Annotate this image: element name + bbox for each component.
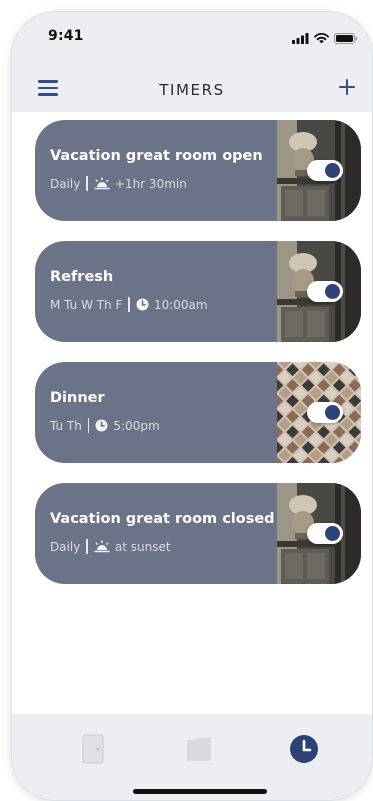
timer-schedule: Tu Th 5:00pm xyxy=(50,418,160,433)
header: 9:41 TIMERS xyxy=(12,12,372,112)
timer-toggle[interactable] xyxy=(307,402,343,423)
timer-toggle[interactable] xyxy=(307,523,343,544)
toggle-knob xyxy=(325,405,340,420)
timer-schedule: Daily at sunset xyxy=(50,539,171,554)
timer-time: at sunset xyxy=(114,539,171,554)
timer-time: +1hr 30min xyxy=(114,176,187,191)
timer-card[interactable]: Vacation great room open Daily +1hr 30mi… xyxy=(35,120,361,221)
separator xyxy=(87,418,90,433)
timer-schedule: Daily +1hr 30min xyxy=(50,176,187,191)
toggle-knob xyxy=(325,284,340,299)
home-indicator[interactable] xyxy=(133,789,267,794)
timer-days: Daily xyxy=(50,176,81,191)
tab-doors[interactable] xyxy=(78,734,108,764)
toggle-knob xyxy=(325,163,340,178)
status-icons xyxy=(292,29,358,48)
status-time: 9:41 xyxy=(48,28,84,44)
sunset-icon xyxy=(94,540,110,553)
clock-icon xyxy=(136,298,149,311)
timer-title: Dinner xyxy=(50,390,105,406)
door-icon xyxy=(82,734,104,764)
timer-title: Vacation great room closed xyxy=(50,511,275,527)
timer-toggle[interactable] xyxy=(307,281,343,302)
shade-icon xyxy=(187,737,211,761)
clock-icon xyxy=(95,419,108,432)
timer-card[interactable]: Refresh M Tu W Th F 10:00am xyxy=(35,241,361,342)
timer-days: Daily xyxy=(50,539,81,554)
timer-time: 5:00pm xyxy=(113,418,160,433)
timer-title: Refresh xyxy=(50,269,114,285)
timer-schedule: M Tu W Th F 10:00am xyxy=(50,297,208,312)
status-bar: 9:41 xyxy=(12,12,372,60)
wifi-icon xyxy=(314,29,329,48)
signal-icon xyxy=(292,29,309,48)
timer-card[interactable]: Dinner Tu Th 5:00pm xyxy=(35,362,361,463)
page-title: TIMERS xyxy=(159,81,225,99)
separator xyxy=(128,297,130,312)
add-timer-button[interactable] xyxy=(336,76,358,98)
phone-screen: 9:41 TIMERS Vacation great room open Dai… xyxy=(12,12,372,800)
tab-timers[interactable] xyxy=(289,734,319,764)
sunrise-icon xyxy=(94,177,110,190)
plus-icon xyxy=(339,79,355,95)
timer-card[interactable]: Vacation great room closed Daily at suns… xyxy=(35,483,361,584)
timer-title: Vacation great room open xyxy=(50,148,263,164)
toggle-knob xyxy=(325,526,340,541)
timer-days: M Tu W Th F xyxy=(50,297,123,312)
timer-toggle[interactable] xyxy=(307,160,343,181)
nav-bar: TIMERS xyxy=(12,64,372,104)
timer-days: Tu Th xyxy=(50,418,82,433)
timer-time: 10:00am xyxy=(153,297,208,312)
tab-shades[interactable] xyxy=(184,734,214,764)
clock-icon xyxy=(290,735,318,763)
separator xyxy=(86,539,88,554)
separator xyxy=(86,176,88,191)
timer-list: Vacation great room open Daily +1hr 30mi… xyxy=(35,120,361,604)
tab-bar xyxy=(12,714,372,800)
battery-icon xyxy=(334,29,358,48)
